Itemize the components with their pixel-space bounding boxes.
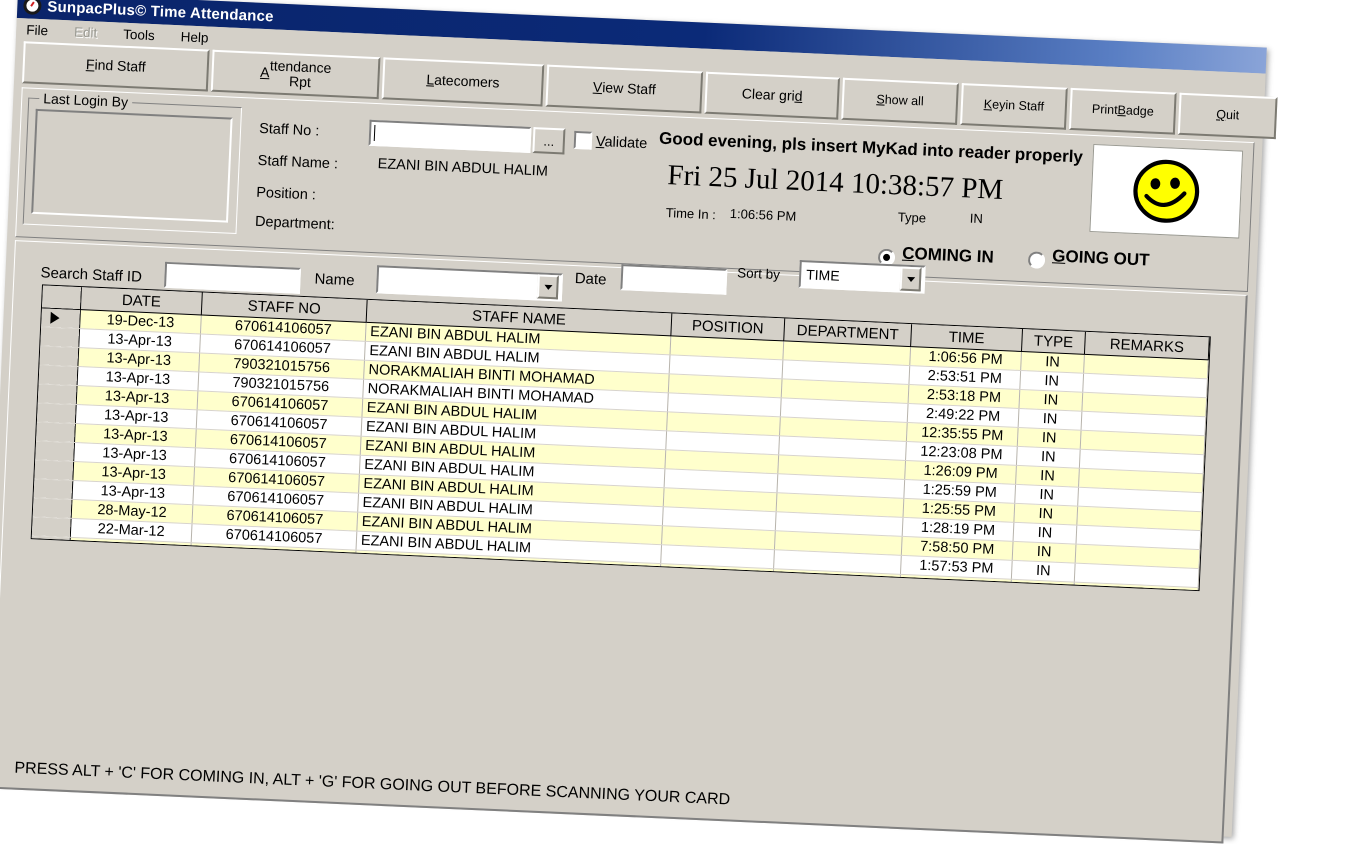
cell-department[interactable] — [771, 587, 900, 592]
attendance-table: DATE STAFF NO STAFF NAME POSITION DEPART… — [30, 285, 1210, 592]
sort-by-value: TIME — [805, 266, 840, 284]
attendance-grid[interactable]: DATE STAFF NO STAFF NAME POSITION DEPART… — [30, 284, 1211, 592]
validate-label: Validate — [595, 133, 648, 153]
staff-no-input[interactable] — [368, 119, 532, 153]
keyboard-hint: PRESS ALT + 'C' FOR COMING IN, ALT + 'G'… — [14, 759, 731, 809]
row-selector-cell[interactable] — [36, 402, 77, 424]
row-selector-cell[interactable] — [38, 364, 78, 386]
sort-by-combo[interactable]: TIME — [798, 260, 926, 294]
search-staff-id-input[interactable] — [163, 261, 302, 294]
cell-staff-no[interactable]: 670614106057 — [189, 561, 356, 589]
row-selector-cell[interactable] — [41, 307, 81, 329]
attendance-rpt-button[interactable]: Attendance Rpt — [210, 49, 381, 100]
sort-by-label: Sort by — [736, 265, 781, 283]
position-label: Position : — [255, 184, 317, 204]
menu-tools[interactable]: Tools — [123, 25, 168, 44]
current-row-arrow-icon — [50, 311, 60, 325]
name-filter-combo[interactable] — [375, 265, 564, 302]
cell-staff-name[interactable]: EZANI BIN ABDUL HALIM — [354, 569, 660, 592]
clock-icon — [23, 0, 42, 16]
time-in-label: Time In : — [665, 205, 717, 223]
row-selector-cell[interactable] — [39, 345, 79, 367]
row-selector-cell[interactable] — [34, 459, 74, 481]
menu-edit: Edit — [73, 24, 98, 41]
time-in-value: 1:06:56 PM — [729, 205, 797, 224]
chevron-down-icon-2[interactable] — [899, 266, 922, 292]
row-selector-cell[interactable] — [37, 383, 78, 405]
last-login-by-group: Last Login By — [22, 90, 243, 234]
staff-name-label: Staff Name : — [257, 152, 339, 173]
quit-button[interactable]: Quit — [1177, 92, 1278, 140]
row-selector-cell[interactable] — [31, 516, 72, 538]
attendance-panel: Search Staff ID Name Date Sort by TIME D… — [0, 240, 1248, 844]
clock-display: Fri 25 Jul 2014 10:38:57 PM — [666, 159, 1004, 207]
row-selector-cell[interactable] — [36, 421, 76, 443]
type-value: IN — [969, 210, 984, 227]
menu-file[interactable]: File — [26, 21, 61, 40]
row-selector-header — [41, 285, 82, 310]
staff-name-value: EZANI BIN ABDUL HALIM — [377, 156, 549, 180]
cell-position[interactable] — [659, 563, 774, 588]
row-selector-cell[interactable] — [33, 478, 73, 500]
cell-position[interactable] — [659, 582, 773, 592]
validate-checkbox[interactable] — [573, 130, 593, 150]
cell-date[interactable]: 05-May-11 — [68, 556, 191, 581]
row-selector-cell[interactable] — [35, 440, 75, 462]
name-filter-value — [379, 279, 536, 286]
keyin-staff-button[interactable]: Keyin Staff — [960, 83, 1068, 130]
show-all-button[interactable]: Show all — [841, 77, 959, 125]
type-label: Type — [897, 209, 927, 226]
application-window: SunpacPlus© Time Attendance File Edit To… — [0, 0, 1278, 844]
text-caret — [373, 124, 376, 142]
going-out-radio[interactable] — [1027, 251, 1046, 269]
col-header-type[interactable]: TYPE — [1021, 329, 1086, 355]
cell-type[interactable]: IN — [1010, 579, 1075, 592]
print-badge-button[interactable]: Print Badge — [1068, 87, 1177, 135]
last-login-by-legend: Last Login By — [38, 90, 133, 111]
staff-browse-button[interactable]: ... — [532, 127, 566, 155]
cell-date[interactable]: 05-Oct-11 — [69, 537, 192, 562]
screen: SunpacPlus© Time Attendance File Edit To… — [0, 0, 1366, 844]
date-filter-input[interactable] — [620, 264, 728, 295]
last-login-photo-area — [31, 108, 233, 223]
menu-help[interactable]: Help — [180, 28, 221, 47]
find-staff-button[interactable]: Find Staff — [21, 41, 210, 92]
coming-in-label[interactable]: COMING IN — [902, 244, 994, 268]
row-selector-cell[interactable] — [32, 497, 72, 519]
row-selector-cell[interactable] — [40, 326, 80, 348]
department-label: Department: — [254, 213, 336, 234]
row-selector-cell[interactable] — [30, 554, 70, 576]
view-staff-button[interactable]: View Staff — [545, 64, 704, 114]
going-out-label[interactable]: GOING OUT — [1052, 246, 1150, 270]
row-selector-cell[interactable] — [30, 535, 71, 557]
name-filter-label: Name — [314, 270, 355, 290]
date-filter-label: Date — [574, 270, 607, 289]
latecomers-button[interactable]: Latecomers — [381, 57, 545, 107]
clear-grid-button[interactable]: Clear gri d — [704, 71, 841, 120]
smiley-face-icon — [1133, 159, 1200, 223]
smiley-face-frame — [1089, 143, 1244, 239]
search-staff-id-label: Search Staff ID — [40, 264, 143, 286]
staff-no-label: Staff No : — [258, 120, 320, 140]
chevron-down-icon[interactable] — [536, 274, 559, 300]
